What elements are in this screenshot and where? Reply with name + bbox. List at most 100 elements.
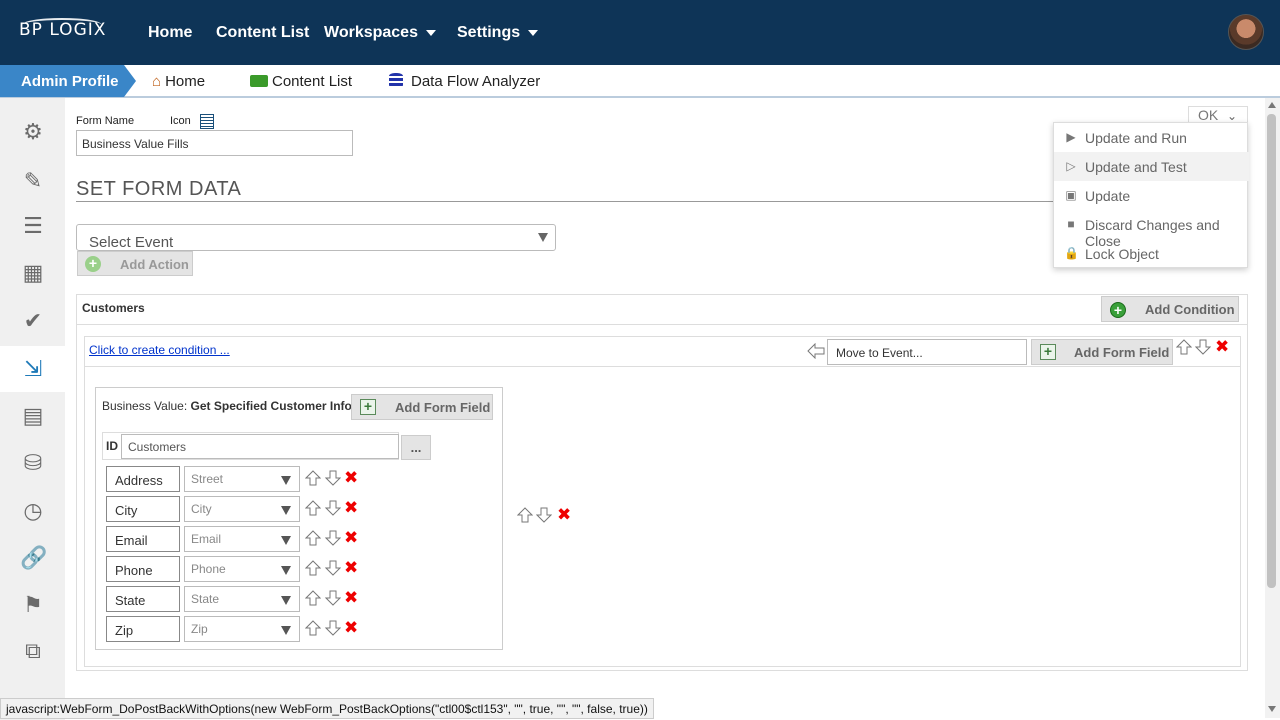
add-form-field-button[interactable]: + Add Form Field	[1031, 339, 1173, 365]
create-condition-link[interactable]: Click to create condition ...	[89, 343, 230, 357]
move-down-icon[interactable]	[1195, 339, 1211, 355]
move-down-icon[interactable]	[325, 530, 341, 546]
delete-icon[interactable]: ✖	[1215, 338, 1229, 355]
field-select-phone[interactable]: Phone	[184, 556, 300, 582]
chevron-down-icon	[528, 29, 539, 36]
avatar[interactable]	[1228, 14, 1264, 50]
menu-update[interactable]: ▣ Update	[1054, 181, 1249, 210]
copy-icon[interactable]: ⧉	[20, 638, 46, 664]
link-icon[interactable]: 🔗	[20, 545, 47, 571]
chevron-down-icon	[281, 476, 291, 485]
logo[interactable]: BP LOGIX	[19, 20, 106, 40]
gears-icon[interactable]: ⚙	[20, 119, 46, 145]
sublink-data-flow-analyzer[interactable]: Data Flow Analyzer	[389, 73, 540, 90]
flag-icon[interactable]: ⚑	[20, 592, 46, 618]
breadcrumb-admin-profile[interactable]: Admin Profile	[0, 65, 124, 97]
sublink-home[interactable]: ⌂ Home	[152, 73, 205, 90]
nav-content-list[interactable]: Content List	[216, 24, 309, 42]
field-label-address[interactable]: Address	[106, 466, 180, 492]
field-select-value: Email	[191, 532, 222, 546]
field-label-phone[interactable]: Phone	[106, 556, 180, 582]
plus-circle-icon: +	[85, 256, 101, 272]
field-select-address[interactable]: Street	[184, 466, 300, 492]
field-select-email[interactable]: Email	[184, 526, 300, 552]
move-up-icon[interactable]	[517, 507, 533, 523]
breadcrumb-arrow	[124, 65, 136, 97]
delete-icon[interactable]: ✖	[344, 559, 358, 576]
menu-lock-object[interactable]: 🔒 Lock Object	[1054, 239, 1249, 268]
move-down-icon[interactable]	[325, 620, 341, 636]
id-browse-button[interactable]: ...	[401, 435, 431, 460]
scroll-down-arrow[interactable]	[1268, 706, 1276, 712]
move-up-icon[interactable]	[305, 560, 321, 576]
move-down-icon[interactable]	[325, 590, 341, 606]
chevron-down-icon	[281, 506, 291, 515]
add-action-label: Add Action	[120, 257, 189, 272]
delete-icon[interactable]: ✖	[344, 499, 358, 516]
move-down-icon[interactable]	[325, 470, 341, 486]
menu-update-and-test[interactable]: ▷ Update and Test	[1054, 152, 1249, 181]
plus-circle-icon: +	[1110, 302, 1126, 318]
table-icon[interactable]: ▦	[20, 260, 46, 286]
save-icon: ▣	[1065, 188, 1077, 202]
field-label-state[interactable]: State	[106, 586, 180, 612]
status-bar: javascript:WebForm_DoPostBackWithOptions…	[0, 698, 654, 719]
move-up-icon[interactable]	[305, 530, 321, 546]
select-event-dropdown[interactable]: Select Event	[76, 224, 556, 251]
move-up-icon[interactable]	[305, 470, 321, 486]
database-add-icon[interactable]: ⛁	[20, 450, 46, 476]
add-condition-button[interactable]: + Add Condition	[1101, 296, 1239, 322]
nav-workspaces[interactable]: Workspaces	[324, 24, 436, 42]
field-select-city[interactable]: City	[184, 496, 300, 522]
move-up-icon[interactable]	[305, 590, 321, 606]
dashboard-icon[interactable]: ◷	[20, 498, 46, 524]
move-up-icon[interactable]	[305, 500, 321, 516]
chevron-down-icon	[281, 626, 291, 635]
delete-icon[interactable]: ✖	[344, 619, 358, 636]
list-icon[interactable]: ☰	[20, 213, 46, 239]
move-to-event-input[interactable]: Move to Event...	[827, 339, 1027, 365]
add-form-field-label: Add Form Field	[1074, 345, 1170, 360]
field-select-value: Phone	[191, 562, 226, 576]
field-select-state[interactable]: State	[184, 586, 300, 612]
move-down-icon[interactable]	[325, 560, 341, 576]
field-label-zip[interactable]: Zip	[106, 616, 180, 642]
id-input[interactable]: Customers	[121, 434, 399, 459]
arrow-left-icon[interactable]	[807, 343, 825, 359]
menu-update-and-run[interactable]: ▶ Update and Run	[1054, 123, 1249, 152]
stop-icon: ■	[1067, 217, 1075, 231]
field-label-email[interactable]: Email	[106, 526, 180, 552]
delete-icon[interactable]: ✖	[344, 589, 358, 606]
sublink-content-list[interactable]: Content List	[250, 73, 352, 90]
customers-title: Customers	[82, 301, 145, 315]
menu-update-and-run-label: Update and Run	[1085, 130, 1187, 146]
bv-add-form-field-button[interactable]: + Add Form Field	[351, 394, 493, 420]
form-name-input[interactable]: Business Value Fills	[76, 130, 353, 156]
ok-dropdown-menu: ▶ Update and Run ▷ Update and Test ▣ Update…	[1053, 122, 1249, 268]
nav-home[interactable]: Home	[148, 24, 192, 42]
delete-icon[interactable]: ✖	[344, 529, 358, 546]
field-select-zip[interactable]: Zip	[184, 616, 300, 642]
edit-icon[interactable]: ✎	[20, 168, 46, 194]
move-up-icon[interactable]	[1176, 339, 1192, 355]
scrollbar-thumb[interactable]	[1267, 114, 1276, 588]
download-tray-icon[interactable]: ⇲	[20, 356, 46, 382]
move-down-icon[interactable]	[325, 500, 341, 516]
nav-settings[interactable]: Settings	[457, 24, 539, 42]
field-label-city[interactable]: City	[106, 496, 180, 522]
delete-icon[interactable]: ✖	[344, 469, 358, 486]
play-icon: ▶	[1066, 130, 1076, 144]
database-icon	[389, 73, 403, 88]
move-down-icon[interactable]	[536, 507, 552, 523]
delete-icon[interactable]: ✖	[557, 506, 571, 523]
chevron-down-icon	[425, 29, 436, 36]
form-icon-picker[interactable]	[200, 114, 214, 129]
checkmark-icon[interactable]: ✔	[20, 308, 46, 334]
move-up-icon[interactable]	[305, 620, 321, 636]
nav-workspaces-label: Workspaces	[324, 24, 418, 41]
scroll-up-arrow[interactable]	[1268, 102, 1276, 108]
menu-discard-changes-and-close[interactable]: ■ Discard Changes and Close	[1054, 210, 1249, 249]
add-action-button[interactable]: + Add Action	[77, 251, 193, 276]
document-list-icon[interactable]: ▤	[20, 403, 46, 429]
chevron-down-icon	[281, 566, 291, 575]
